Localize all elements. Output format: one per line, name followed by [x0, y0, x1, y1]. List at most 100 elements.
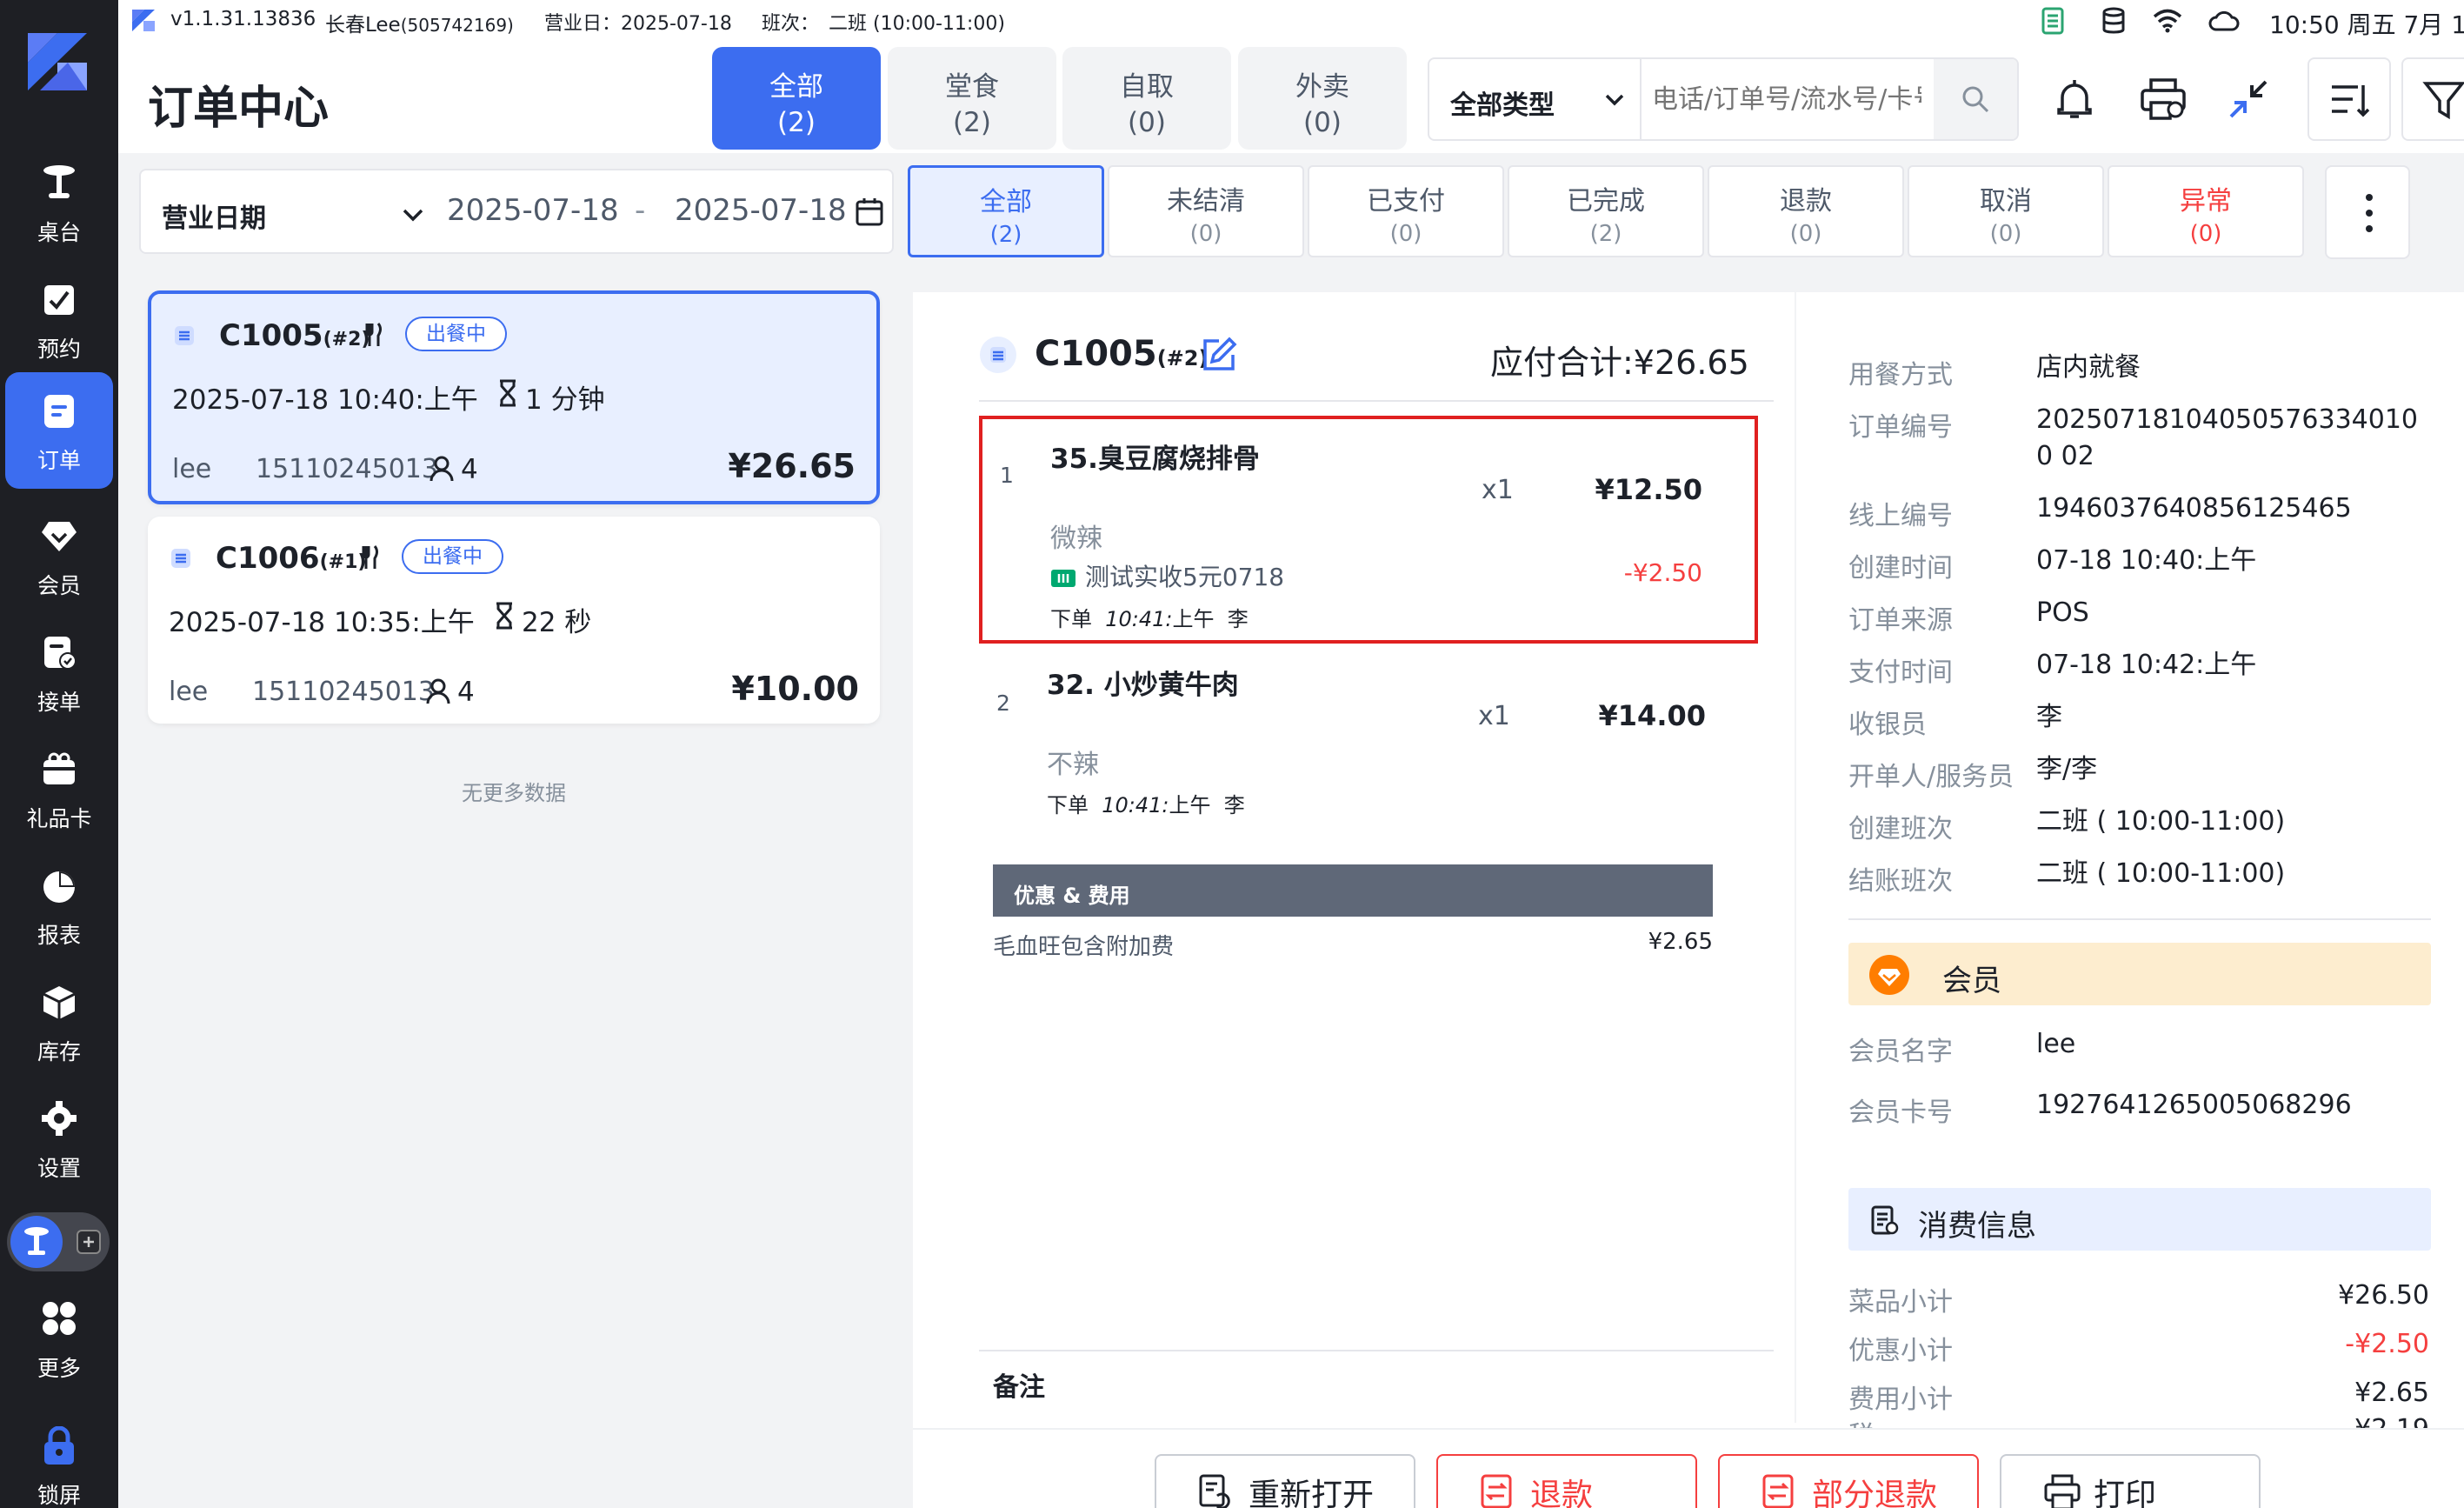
person-icon: [430, 456, 454, 482]
status-tab-refund[interactable]: 退款 (0): [1708, 165, 1904, 257]
clock: 10:50 周五 7月 18: [2269, 10, 2464, 39]
member-card-label: 会员卡号: [1848, 1098, 1953, 1128]
table-icon: [43, 165, 75, 198]
sidebar-item-gift-card[interactable]: 礼品卡: [5, 731, 113, 847]
edit-icon[interactable]: [1200, 336, 1238, 374]
item-order-info: 下单 10:41:上午 李: [1050, 607, 1249, 631]
print-button[interactable]: 打印: [2000, 1454, 2261, 1508]
print-settings-button[interactable]: [2120, 57, 2203, 141]
business-date-picker[interactable]: 营业日期 2025-07-18 - 2025-07-18: [139, 169, 894, 254]
sidebar-item-label: 锁屏: [37, 1483, 81, 1508]
status-tab-completed[interactable]: 已完成 (2): [1508, 165, 1704, 257]
order-amount: ¥10.00: [731, 670, 859, 708]
date-label: 营业日期: [162, 204, 266, 234]
sidebar-item-label: 库存: [37, 1039, 81, 1064]
info-label: 开单人/服务员: [1848, 762, 2014, 792]
sort-button[interactable]: [2308, 57, 2391, 141]
mode-toggle[interactable]: [7, 1212, 110, 1271]
status-tab-cancelled[interactable]: 取消 (0): [1908, 165, 2104, 257]
sidebar-item-table[interactable]: 桌台: [5, 144, 113, 261]
member-section-header: 会员: [1848, 943, 2431, 1005]
order-item[interactable]: 2 32. 小炒黄牛肉 x1 ¥14.00 不辣 下单 10:41:上午 李: [979, 644, 1758, 861]
hourglass-icon: [500, 379, 516, 407]
info-label: 用餐方式: [1848, 360, 1953, 390]
order-item[interactable]: 1 35.臭豆腐烧排骨 x1 ¥12.50 微辣 测试实收5元0718 -¥2.…: [979, 416, 1758, 644]
sidebar-item-inventory[interactable]: 库存: [5, 964, 113, 1080]
order-tab-all[interactable]: 全部 (2): [712, 47, 881, 150]
app-logo-small: [132, 10, 155, 31]
order-detail-panel: C1005(#2) 应付合计:¥26.65 1 35.臭豆腐烧排骨 x1 ¥12…: [913, 292, 2464, 1508]
status-bar: v1.1.31.13836 长春Lee(505742169) 营业日：2025-…: [118, 0, 2464, 42]
item-name: 35.臭豆腐烧排骨: [1050, 444, 1260, 475]
header: 订单中心 全部 (2) 堂食 (2) 自取 (0) 外卖 (0) 全部类型: [118, 42, 2464, 153]
more-vertical-icon: [2366, 194, 2373, 232]
refund-button[interactable]: 退款: [1436, 1454, 1697, 1508]
order-tab-delivery[interactable]: 外卖 (0): [1238, 47, 1407, 150]
calendar-icon: [856, 198, 883, 226]
info-label: 订单编号: [1848, 412, 1953, 443]
sidebar-item-orders[interactable]: 订单: [5, 372, 113, 489]
status-tab-unsettled[interactable]: 未结清 (0): [1108, 165, 1304, 257]
status-tab-paid[interactable]: 已支付 (0): [1308, 165, 1504, 257]
order-type-icon: [171, 549, 190, 568]
order-card[interactable]: C1005(#2) 出餐中 2025-07-18 10:40:上午 1 分钟 l…: [148, 290, 880, 504]
status-tab-all[interactable]: 全部 (2): [908, 165, 1104, 257]
item-spec: 不辣: [1047, 750, 1099, 780]
dine-in-icon: [362, 545, 378, 569]
sidebar-item-reservation[interactable]: 预约: [5, 261, 113, 377]
customer-phone: 15110245013: [252, 677, 435, 707]
business-day: 营业日：2025-07-18: [544, 13, 732, 35]
partial-refund-icon: [1762, 1474, 1794, 1508]
guest-count: 4: [461, 454, 478, 485]
search-input[interactable]: [1652, 73, 1921, 125]
partial-refund-button[interactable]: 部分退款: [1718, 1454, 1979, 1508]
item-qty: x1: [1482, 475, 1514, 505]
search-button[interactable]: [1934, 59, 2017, 139]
collapse-button[interactable]: [2207, 57, 2290, 141]
order-type-icon: [980, 337, 1016, 373]
bell-icon: [2057, 80, 2092, 118]
printer-icon: [2044, 1474, 2081, 1508]
info-label: 创建时间: [1848, 553, 1953, 584]
order-tab-pickup[interactable]: 自取 (0): [1062, 47, 1231, 150]
refund-icon: [1481, 1474, 1512, 1508]
lock-icon: [44, 1426, 74, 1465]
order-code: C1005(#2): [219, 318, 370, 353]
info-value: 二班 ( 10:00-11:00): [2036, 806, 2286, 837]
sidebar-item-member[interactable]: 会员: [5, 497, 113, 614]
filter-button[interactable]: [2401, 57, 2464, 141]
detail-order-code: C1005(#2): [1035, 334, 1209, 374]
order-tab-dine-in[interactable]: 堂食 (2): [888, 47, 1056, 150]
order-icon: [44, 395, 74, 428]
more-options-button[interactable]: [2325, 165, 2410, 259]
hourglass-icon: [496, 602, 512, 630]
order-type-select[interactable]: 全部类型: [1429, 59, 1642, 139]
member-card-number: 1927641265005068296: [2036, 1090, 2352, 1120]
info-label: 创建班次: [1848, 814, 1953, 844]
sidebar-item-more[interactable]: 更多: [5, 1280, 113, 1397]
customer-phone: 15110245013: [256, 454, 438, 484]
cloud-icon: [2208, 10, 2240, 31]
gear-icon: [42, 1101, 77, 1136]
sidebar-item-settings[interactable]: 设置: [5, 1080, 113, 1197]
info-label: 收银员: [1848, 710, 1927, 740]
sidebar-item-report[interactable]: 报表: [5, 847, 113, 964]
order-card[interactable]: C1006(#1) 出餐中 2025-07-18 10:35:上午 22 秒 l…: [148, 517, 880, 724]
reopen-button[interactable]: 重新打开: [1155, 1454, 1415, 1508]
filter-icon: [2422, 82, 2464, 120]
gift-card-icon: [43, 752, 75, 784]
shift-info: 班次： 二班 (10:00-11:00): [762, 13, 1005, 35]
status-tab-abnormal[interactable]: 异常 (0): [2108, 165, 2304, 257]
sidebar-item-accept-order[interactable]: 接单: [5, 614, 113, 731]
fee-row: 毛血旺包含附加费 ¥2.65: [993, 929, 1713, 960]
date-end[interactable]: 2025-07-18: [675, 193, 847, 228]
page-title: 订单中心: [148, 83, 330, 135]
cube-icon: [43, 986, 76, 1019]
notification-button[interactable]: [2033, 57, 2116, 141]
app-logo: [28, 33, 87, 90]
date-start[interactable]: 2025-07-18: [447, 193, 619, 228]
customer-name: lee: [172, 454, 212, 484]
database-icon: [2102, 7, 2125, 34]
collapse-icon: [2229, 80, 2268, 118]
sidebar-item-lock[interactable]: 锁屏: [5, 1407, 113, 1508]
